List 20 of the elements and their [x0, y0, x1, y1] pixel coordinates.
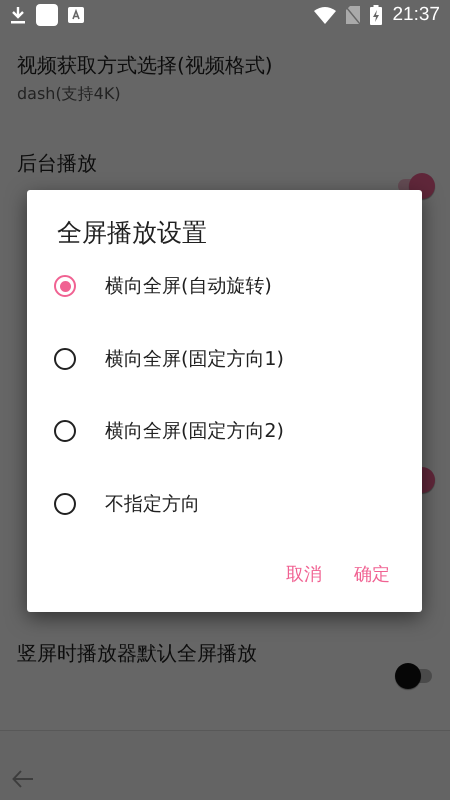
wifi-icon	[314, 6, 336, 24]
download-icon	[10, 6, 26, 24]
radio-button[interactable]	[54, 275, 76, 298]
clock-time: 21:37	[392, 4, 440, 26]
dialog-title: 全屏播放设置	[56, 217, 208, 249]
setting-title: 竖屏时播放器默认全屏播放	[17, 640, 258, 666]
battery-charging-icon	[370, 5, 382, 25]
no-sim-icon	[346, 6, 360, 24]
setting-value: dash(支持4K)	[17, 83, 122, 105]
keyboard-letter-icon	[68, 7, 84, 23]
option-label[interactable]: 横向全屏(自动旋转)	[105, 273, 272, 300]
option-label[interactable]: 不指定方向	[105, 490, 200, 517]
option-label[interactable]: 横向全屏(固定方向2)	[105, 418, 284, 444]
radio-button[interactable]	[54, 348, 76, 370]
square-icon	[36, 4, 58, 26]
setting-title: 视频获取方式选择(视频格式)	[17, 52, 274, 78]
radio-button[interactable]	[54, 492, 76, 515]
option-label[interactable]: 横向全屏(固定方向1)	[105, 346, 284, 372]
radio-button[interactable]	[54, 420, 76, 442]
setting-title: 后台播放	[17, 150, 98, 176]
